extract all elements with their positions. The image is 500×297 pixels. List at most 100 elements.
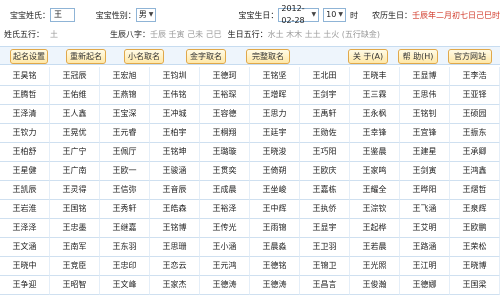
- name-cell[interactable]: 王荣松: [450, 238, 500, 257]
- name-cell[interactable]: 王三霖: [350, 86, 400, 105]
- name-cell[interactable]: 王容德: [200, 105, 250, 124]
- name-cell[interactable]: 王倚朔: [250, 162, 300, 181]
- name-cell[interactable]: 王晓博: [450, 257, 500, 276]
- name-cell[interactable]: 王东羽: [100, 238, 150, 257]
- name-cell[interactable]: 王继嘉: [100, 219, 150, 238]
- name-cell[interactable]: 王北田: [300, 67, 350, 86]
- name-cell[interactable]: 王裕泽: [200, 200, 250, 219]
- name-cell[interactable]: 王小涵: [200, 238, 250, 257]
- name-cell[interactable]: 王思伟: [400, 86, 450, 105]
- name-cell[interactable]: 王皓森: [150, 200, 200, 219]
- name-cell[interactable]: 王冠辰: [50, 67, 100, 86]
- name-cell[interactable]: 王锦卫: [300, 257, 350, 276]
- name-cell[interactable]: 王廷宇: [250, 124, 300, 143]
- name-cell[interactable]: 王恋云: [150, 257, 200, 276]
- name-cell[interactable]: 王骏涵: [150, 162, 200, 181]
- name-cell[interactable]: 王李浩: [450, 67, 500, 86]
- name-cell[interactable]: 王承卿: [450, 143, 500, 162]
- regenerate-names-button[interactable]: 重新起名: [66, 49, 106, 64]
- name-cell[interactable]: 王元鸿: [200, 257, 250, 276]
- name-cell[interactable]: 王成晨: [200, 181, 250, 200]
- name-cell[interactable]: 王晓浚: [250, 143, 300, 162]
- name-cell[interactable]: 王岩淮: [0, 200, 50, 219]
- name-cell[interactable]: 王飞涵: [400, 200, 450, 219]
- name-cell[interactable]: 王竞臣: [50, 257, 100, 276]
- name-cell[interactable]: 王家鸣: [350, 162, 400, 181]
- name-cell[interactable]: 王晨淼: [250, 238, 300, 257]
- name-cell[interactable]: 王建星: [400, 143, 450, 162]
- name-cell[interactable]: 王人鑫: [50, 105, 100, 124]
- name-cell[interactable]: 王灵得: [50, 181, 100, 200]
- about-button[interactable]: 关 于(A): [348, 49, 388, 64]
- name-cell[interactable]: 王显博: [400, 67, 450, 86]
- name-cell[interactable]: 王柏舒: [0, 143, 50, 162]
- name-cell[interactable]: 王星健: [0, 162, 50, 181]
- name-cell[interactable]: 王德铭: [250, 257, 300, 276]
- name-cell[interactable]: 王永枫: [350, 105, 400, 124]
- name-cell[interactable]: 王南军: [50, 238, 100, 257]
- name-cell[interactable]: 王俊瀚: [350, 276, 400, 295]
- name-cell[interactable]: 王德涛: [250, 276, 300, 295]
- name-cell[interactable]: 王起桦: [350, 219, 400, 238]
- name-cell[interactable]: 王宜锋: [400, 124, 450, 143]
- name-cell[interactable]: 王争迎: [0, 276, 50, 295]
- gender-select[interactable]: 男 ▼: [135, 8, 157, 22]
- name-cell[interactable]: 王路涵: [400, 238, 450, 257]
- name-cell[interactable]: 王铭钊: [400, 105, 450, 124]
- name-cell[interactable]: 王幸锋: [350, 124, 400, 143]
- name-cell[interactable]: 王剑寅: [400, 162, 450, 181]
- name-cell[interactable]: 王思珊: [150, 238, 200, 257]
- name-cell[interactable]: 王鸿鑫: [450, 162, 500, 181]
- name-cell[interactable]: 王泽清: [0, 105, 50, 124]
- name-cell[interactable]: 王欧鹏: [450, 219, 500, 238]
- name-cell[interactable]: 王璐璇: [200, 143, 250, 162]
- name-cell[interactable]: 王淙钦: [350, 200, 400, 219]
- name-cell[interactable]: 王中辉: [250, 200, 300, 219]
- name-cell[interactable]: 王剑宇: [300, 86, 350, 105]
- name-cell[interactable]: 王音辰: [150, 181, 200, 200]
- name-cell[interactable]: 王钧圳: [150, 67, 200, 86]
- name-cell[interactable]: 王裕琛: [200, 86, 250, 105]
- name-cell[interactable]: 王鉴晨: [350, 143, 400, 162]
- name-cell[interactable]: 王泉辉: [450, 200, 500, 219]
- name-cell[interactable]: 王桐翔: [200, 124, 250, 143]
- name-cell[interactable]: 王江明: [400, 257, 450, 276]
- birth-hour-select[interactable]: 10 ▼: [323, 8, 346, 22]
- full-naming-button[interactable]: 完整取名: [246, 49, 290, 64]
- name-cell[interactable]: 王欧一: [100, 162, 150, 181]
- name-cell[interactable]: 王若晨: [350, 238, 400, 257]
- jinzi-naming-button[interactable]: 金字取名: [186, 49, 226, 64]
- name-cell[interactable]: 王广南: [50, 162, 100, 181]
- name-cell[interactable]: 王卫羽: [300, 238, 350, 257]
- help-button[interactable]: 帮 助(H): [398, 49, 438, 64]
- name-cell[interactable]: 王显宇: [300, 219, 350, 238]
- name-cell[interactable]: 王晃优: [50, 124, 100, 143]
- name-cell[interactable]: 王亚铎: [450, 86, 500, 105]
- name-cell[interactable]: 王德娜: [400, 276, 450, 295]
- name-cell[interactable]: 王巧阳: [300, 143, 350, 162]
- name-cell[interactable]: 王佩厅: [100, 143, 150, 162]
- name-cell[interactable]: 王铭坤: [150, 143, 200, 162]
- name-cell[interactable]: 王凯辰: [0, 181, 50, 200]
- name-cell[interactable]: 王家杰: [150, 276, 200, 295]
- name-cell[interactable]: 王钦力: [0, 124, 50, 143]
- name-cell[interactable]: 王燕锦: [100, 86, 150, 105]
- name-cell[interactable]: 王柏宇: [150, 124, 200, 143]
- name-cell[interactable]: 王硕园: [450, 105, 500, 124]
- birth-date-picker[interactable]: 2012-02-28 ▼: [278, 4, 320, 25]
- name-cell[interactable]: 王嘉栋: [300, 181, 350, 200]
- name-cell[interactable]: 王宝深: [100, 105, 150, 124]
- name-cell[interactable]: 王昌言: [300, 276, 350, 295]
- name-cell[interactable]: 王禹轩: [300, 105, 350, 124]
- name-cell[interactable]: 王艾明: [400, 219, 450, 238]
- name-cell[interactable]: 王佑维: [50, 86, 100, 105]
- name-cell[interactable]: 王文涵: [0, 238, 50, 257]
- surname-input[interactable]: 王: [50, 8, 75, 22]
- name-cell[interactable]: 王秀轩: [100, 200, 150, 219]
- name-cell[interactable]: 王铭坚: [250, 67, 300, 86]
- name-cell[interactable]: 王信弥: [100, 181, 150, 200]
- name-cell[interactable]: 王忠印: [100, 257, 150, 276]
- name-cell[interactable]: 王德涛: [200, 276, 250, 295]
- name-cell[interactable]: 王铭博: [150, 219, 200, 238]
- official-website-button[interactable]: 官方网站: [448, 49, 492, 64]
